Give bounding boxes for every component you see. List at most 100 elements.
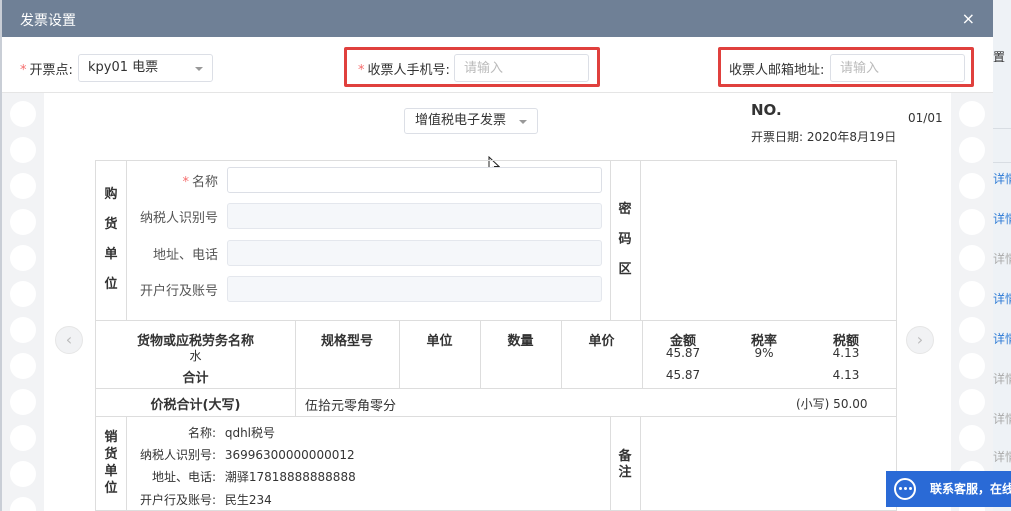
chevron-down-icon: [519, 120, 527, 124]
recipient-form: *开票点: kpy01 电票 *收票人手机号: 收票人邮箱地址:: [2, 37, 993, 93]
col-header-spec: 规格型号: [320, 334, 373, 349]
chevron-down-icon: [195, 67, 203, 71]
seller-tax-id-label: 纳税人识别号:: [139, 448, 216, 462]
divider: [640, 161, 641, 320]
customer-service-label: 联系客服，在线: [930, 482, 1011, 496]
total-tax: 4.13: [832, 368, 860, 382]
seller-char: 销: [104, 430, 118, 445]
rail-dot: [10, 389, 36, 415]
background-link[interactable]: 详情: [993, 250, 1011, 267]
rail-dot: [10, 281, 36, 307]
rail-dot: [10, 461, 36, 487]
divider: [96, 320, 896, 321]
remarks-char: 注: [618, 465, 632, 480]
seller-name: qdhl税号: [224, 426, 276, 440]
buyer-section-label: 购 货 单 位: [96, 180, 126, 300]
seller-address: 潮驿17818888888888: [224, 470, 356, 484]
close-icon[interactable]: ×: [962, 9, 975, 28]
background-link[interactable]: 详情: [993, 210, 1011, 227]
phone-input[interactable]: [454, 54, 589, 82]
buyer-address-input[interactable]: [227, 240, 602, 266]
buyer-bank-label: 开户行及账号: [139, 284, 218, 299]
background-link[interactable]: 详情: [993, 330, 1011, 347]
rail-dot: [10, 173, 36, 199]
seller-bank-label: 开户行及账号:: [139, 493, 216, 507]
seller-bank: 民生234: [224, 493, 272, 507]
buyer-char: 购: [104, 187, 118, 202]
rail-dot: [10, 137, 36, 163]
col-header-unit: 单位: [426, 334, 453, 349]
buyer-char: 位: [104, 277, 118, 292]
divider: [96, 416, 896, 417]
rail-dot: [959, 353, 985, 379]
col-header-unit-price: 单价: [588, 334, 615, 349]
right-rail: [951, 93, 993, 511]
invoice-type-select[interactable]: 增值税电子发票: [404, 108, 538, 134]
page-indicator: 01/01: [908, 111, 943, 125]
chevron-left-icon[interactable]: ‹: [55, 326, 83, 354]
buyer-tax-id-label: 纳税人识别号: [139, 211, 218, 226]
background-text: 置: [993, 50, 1006, 64]
invoice-type-value: 增值税电子发票: [415, 113, 507, 128]
rail-dot: [10, 353, 36, 379]
background-link[interactable]: 详情: [993, 448, 1011, 465]
seller-char: 位: [104, 481, 118, 496]
left-rail: [2, 93, 44, 511]
seller-tax-id: 36996300000000012: [224, 448, 355, 462]
price-tax-total-upper: 伍拾元零角零分: [305, 399, 397, 414]
rail-dot: [10, 425, 36, 451]
customer-service-button[interactable]: 联系客服，在线: [886, 471, 1011, 507]
price-tax-total-lower: (小写) 50.00: [796, 397, 868, 411]
remarks-label: 备 注: [610, 449, 640, 481]
rail-dot: [10, 209, 36, 235]
seller-address-label: 地址、电话:: [151, 470, 216, 484]
rail-dot: [959, 425, 985, 451]
rail-dot: [959, 209, 985, 235]
issue-point-label: * 开票点:: [20, 59, 73, 78]
cipher-area-label: 密 码 区: [610, 195, 640, 285]
seller-name-label: 名称:: [187, 426, 216, 440]
chevron-right-icon[interactable]: ›: [906, 326, 934, 354]
issue-point-select[interactable]: kpy01 电票: [78, 54, 213, 82]
total-label: 合计: [182, 371, 209, 386]
phone-label: * 收票人手机号:: [358, 59, 450, 78]
price-tax-total-label: 价税合计(大写): [150, 398, 241, 413]
background-link[interactable]: 详情: [993, 170, 1011, 187]
buyer-address-label: 地址、电话: [152, 248, 218, 263]
rail-dot: [959, 317, 985, 343]
seller-address-row: 地址、电话: 潮驿17818888888888: [132, 468, 356, 485]
required-mark: *: [20, 63, 27, 78]
cipher-char: 码: [618, 232, 632, 247]
divider: [126, 161, 127, 320]
rail-dot: [10, 497, 36, 511]
buyer-char: 单: [104, 247, 118, 262]
item-amount: 45.87: [665, 346, 701, 360]
cipher-char: 区: [618, 262, 632, 277]
background-link[interactable]: 详情: [993, 290, 1011, 307]
divider: [295, 388, 296, 416]
background-link[interactable]: 详情: [993, 370, 1011, 387]
rail-dot: [959, 101, 985, 127]
item-name: 水: [189, 349, 202, 363]
buyer-name-input[interactable]: [227, 167, 602, 193]
buyer-bank-input[interactable]: [227, 276, 602, 302]
invoice-number-label: NO.: [751, 101, 782, 119]
dialog-title: 发票设置: [20, 13, 76, 29]
rail-dot: [959, 281, 985, 307]
dialog-header: 发票设置 ×: [2, 0, 993, 37]
background-link[interactable]: 详情: [993, 410, 1011, 427]
invoice-settings-dialog: 发票设置 × *开票点: kpy01 电票 *收票人手机号: 收票人邮箱地址:: [2, 0, 993, 511]
seller-name-row: 名称: qdhl税号: [132, 424, 275, 441]
email-input[interactable]: [830, 54, 965, 82]
invoice-date: 开票日期: 2020年8月19日: [751, 130, 897, 144]
background-divider: [993, 162, 1011, 163]
divider: [96, 388, 896, 389]
cipher-char: 密: [618, 202, 632, 217]
item-tax-rate: 9%: [754, 346, 774, 360]
col-header-quantity: 数量: [507, 334, 534, 349]
required-mark: *: [358, 63, 365, 78]
invoice-form: 购 货 单 位 * 名称 纳税人识别号 地址、电话 开户行及账号 密 码 区 货物…: [95, 160, 897, 511]
buyer-tax-id-input[interactable]: [227, 203, 602, 229]
rail-dot: [10, 101, 36, 127]
issue-point-label-text: 开票点:: [29, 63, 73, 78]
